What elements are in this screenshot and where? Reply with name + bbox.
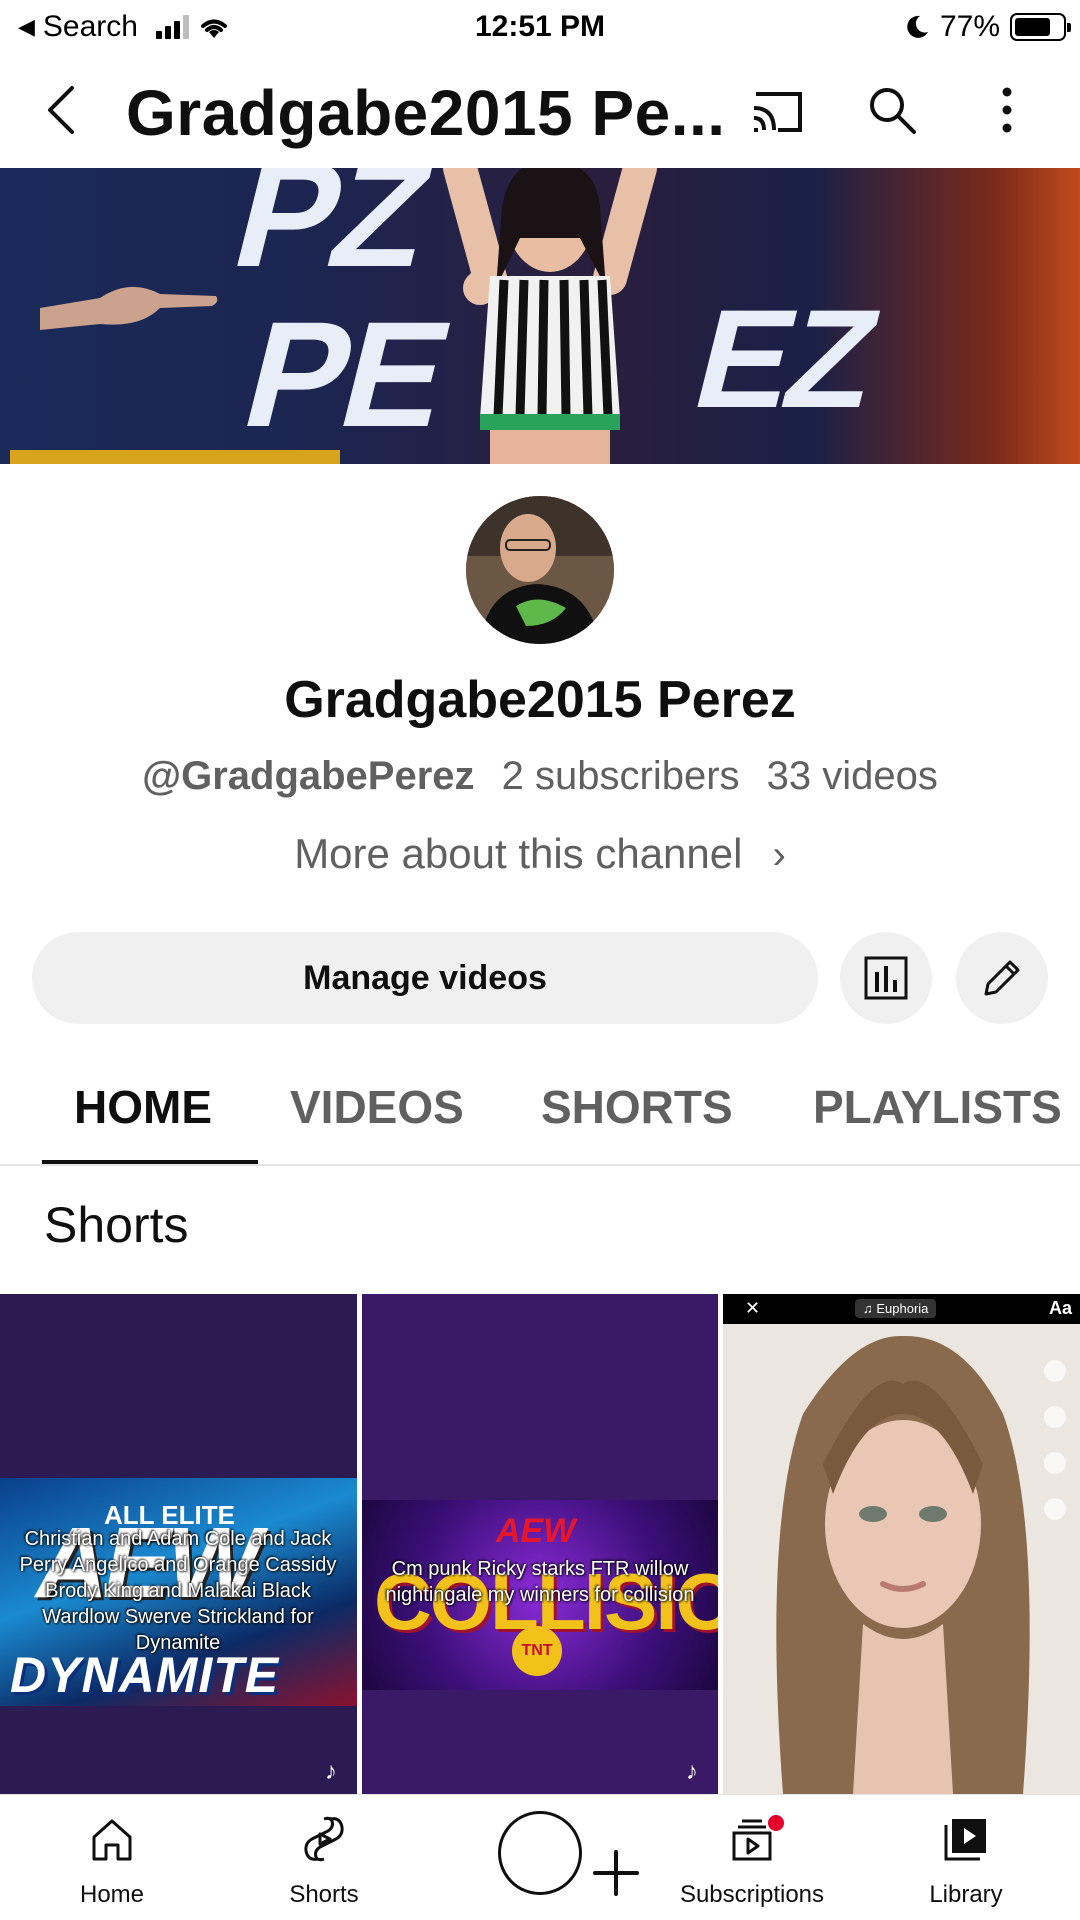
section-title: Shorts bbox=[44, 1197, 189, 1253]
cast-icon[interactable] bbox=[748, 86, 806, 136]
analytics-icon bbox=[864, 956, 908, 1000]
create-button[interactable] bbox=[440, 1795, 640, 1920]
home-icon bbox=[92, 1819, 132, 1861]
nav-library[interactable]: Library bbox=[866, 1795, 1066, 1920]
music-title: Euphoria bbox=[876, 1301, 929, 1316]
short-caption: Christian and Adam Cole and Jack Perry A… bbox=[19, 1528, 337, 1654]
channel-avatar[interactable] bbox=[466, 496, 614, 644]
nav-home-label: Home bbox=[79, 1881, 145, 1908]
nav-subscriptions-label: Subscriptions bbox=[679, 1881, 825, 1908]
battery-icon bbox=[1010, 13, 1071, 41]
effects-tool-icon bbox=[1044, 1406, 1066, 1428]
short-logo-top: AEW bbox=[496, 1512, 576, 1550]
channel-name: Gradgabe2015 Perez bbox=[284, 671, 796, 729]
short-logo-badge: TNT bbox=[512, 1626, 562, 1676]
nav-subscriptions[interactable]: Subscriptions bbox=[652, 1795, 852, 1920]
filter-tool-icon bbox=[1044, 1360, 1066, 1382]
channel-banner: PZ PE EZ bbox=[0, 168, 1080, 464]
nav-library-label: Library bbox=[929, 1881, 1003, 1908]
manage-videos-button[interactable]: Manage videos bbox=[32, 932, 818, 1024]
banner-hand-image bbox=[40, 286, 218, 330]
edit-channel-button[interactable] bbox=[956, 932, 1048, 1024]
short-thumbnail[interactable]: AEW ALL ELITE DYNAMITE Christian and Ada… bbox=[0, 1294, 357, 1794]
battery-percent: 77% bbox=[939, 10, 1000, 43]
editor-toolbar: ✕ ♫ Euphoria Aa bbox=[723, 1294, 1080, 1324]
channel-meta: @GradgabePerez 2 subscribers 33 videos bbox=[0, 754, 1080, 799]
chevron-right-icon: › bbox=[772, 833, 786, 877]
banner-graphic-text: EZ bbox=[680, 280, 891, 437]
tab-videos[interactable]: VIDEOS bbox=[290, 1080, 464, 1134]
do-not-disturb-moon-icon bbox=[907, 15, 928, 38]
banner-graphic-text: PZ bbox=[219, 168, 445, 298]
more-about-channel-label: More about this channel bbox=[294, 830, 743, 877]
banner-gold-stripe bbox=[10, 450, 340, 464]
video-count: 33 videos bbox=[766, 754, 938, 798]
channel-tabs: HOME VIDEOS SHORTS PLAYLISTS bbox=[0, 1062, 1080, 1166]
avatar-image bbox=[466, 496, 614, 644]
more-about-channel-link[interactable]: More about this channel › bbox=[0, 830, 1080, 878]
library-icon bbox=[944, 1819, 986, 1861]
banner-wrestler-image bbox=[443, 168, 657, 464]
nav-shorts[interactable]: Shorts bbox=[224, 1795, 424, 1920]
tab-home[interactable]: HOME bbox=[74, 1080, 212, 1134]
page-title: Gradgabe2015 Pe... bbox=[126, 77, 726, 149]
text-tool-icon: Aa bbox=[1048, 1298, 1072, 1318]
bottom-navigation: Home Shorts Subscriptions Library bbox=[0, 1794, 1080, 1920]
pencil-icon bbox=[984, 960, 1020, 996]
portrait-image bbox=[723, 1324, 1080, 1794]
tiktok-watermark-icon: ♪ bbox=[325, 1758, 337, 1785]
short-caption: Cm punk Ricky starks FTR willow nighting… bbox=[385, 1558, 695, 1606]
channel-handle: @GradgabePerez bbox=[142, 754, 475, 798]
active-tab-indicator bbox=[42, 1160, 258, 1164]
subscriber-count: 2 subscribers bbox=[501, 754, 740, 798]
nav-shorts-label: Shorts bbox=[289, 1881, 359, 1908]
close-icon: ✕ bbox=[745, 1298, 761, 1318]
music-label: ♫ Euphoria bbox=[855, 1299, 937, 1318]
tiktok-watermark-icon: ♪ bbox=[686, 1758, 698, 1785]
status-bar: ◀ Search 12:51 PM 77% bbox=[0, 0, 1080, 56]
notification-dot bbox=[766, 1813, 786, 1833]
image-tool-icon bbox=[1044, 1452, 1066, 1474]
expand-tool-icon bbox=[1044, 1498, 1066, 1520]
search-icon[interactable] bbox=[866, 84, 918, 136]
nav-home[interactable]: Home bbox=[12, 1795, 212, 1920]
short-thumbnail[interactable]: ✕ ♫ Euphoria Aa bbox=[723, 1294, 1080, 1794]
short-thumbnail[interactable]: AEW COLLISION TNT Cm punk Ricky starks F… bbox=[362, 1294, 718, 1794]
create-plus-icon bbox=[498, 1811, 639, 1896]
shorts-icon bbox=[304, 1816, 344, 1862]
tab-shorts[interactable]: SHORTS bbox=[541, 1080, 733, 1134]
tab-playlists[interactable]: PLAYLISTS bbox=[813, 1080, 1062, 1134]
top-app-bar: Gradgabe2015 Pe... bbox=[0, 56, 1080, 168]
analytics-button[interactable] bbox=[840, 932, 932, 1024]
back-icon[interactable] bbox=[40, 82, 84, 138]
more-options-icon[interactable] bbox=[992, 84, 1022, 136]
editor-side-tools bbox=[1044, 1360, 1070, 1544]
